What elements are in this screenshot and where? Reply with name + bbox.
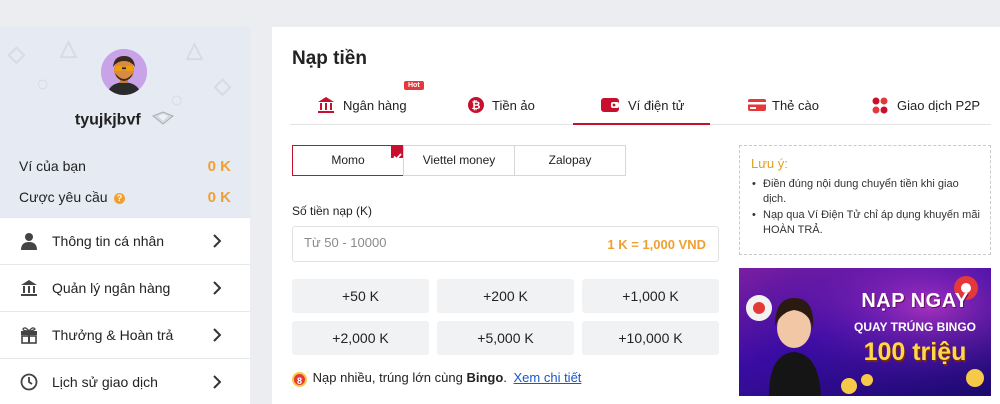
promo-banner[interactable]: NẠP NGAY QUAY TRÚNG BINGO 100 triệu (739, 268, 991, 396)
quick-amount-button[interactable]: +50 K (292, 279, 429, 313)
notice-title: Lưu ý: (751, 156, 788, 171)
tab-e-wallet[interactable]: Ví điện tử (573, 90, 710, 125)
chevron-right-icon (213, 375, 222, 394)
bank-icon (20, 279, 38, 297)
banner-subline: QUAY TRÚNG BINGO (853, 320, 976, 334)
quick-amount-button[interactable]: +5,000 K (437, 321, 574, 355)
sidebar-item-label: Lịch sử giao dịch (52, 374, 158, 390)
quick-amount-button[interactable]: +2,000 K (292, 321, 429, 355)
tab-label: Ngân hàng (343, 98, 407, 113)
person-icon (20, 232, 38, 250)
hot-badge: Hot (404, 81, 424, 90)
banner-prize: 100 triệu (863, 338, 967, 366)
required-bet-value: 0 K (207, 189, 231, 206)
wallet-option-viettel-money[interactable]: Viettel money (403, 145, 515, 176)
gift-icon (20, 326, 38, 344)
banner-headline: NẠP NGAY (861, 290, 969, 312)
bingo-ball-icon: 8 (292, 372, 307, 387)
card-icon (747, 96, 767, 119)
quick-amount-button[interactable]: +1,000 K (582, 279, 719, 313)
promo-highlight: Bingo (466, 370, 504, 385)
p2p-icon (870, 96, 890, 119)
exchange-rate: 1 K = 1,000 VND (607, 237, 706, 252)
wallet-option-label: Zalopay (548, 153, 592, 167)
payment-method-tabs: Ngân hàng Hot ₿ Tiền ảo Ví điện tử Thẻ c… (290, 81, 991, 125)
sidebar-item-transaction-history[interactable]: Lịch sử giao dịch (0, 358, 250, 404)
notice-list: Điền đúng nội dung chuyển tiền khi giao … (751, 177, 980, 238)
wallet-balance-value: 0 K (207, 158, 231, 175)
page-title: Nạp tiền (292, 48, 367, 69)
sidebar-item-personal-info[interactable]: Thông tin cá nhân (0, 217, 250, 264)
wallet-option-label: Momo (331, 153, 365, 167)
sidebar-item-label: Quản lý ngân hàng (52, 280, 171, 296)
notice-item: Điền đúng nội dung chuyển tiền khi giao … (751, 177, 980, 207)
help-icon[interactable]: ? (114, 193, 126, 204)
svg-text:₿: ₿ (472, 100, 481, 112)
quick-amount-button[interactable]: +200 K (437, 279, 574, 313)
history-icon (20, 373, 38, 391)
amount-label: Số tiền nạp (K) (292, 204, 373, 218)
sidebar-item-label: Thưởng & Hoàn trả (52, 327, 174, 343)
username-row: tyujkjbvf (0, 110, 250, 131)
rank-badge-icon (151, 110, 175, 131)
tab-label: Tiền ảo (492, 98, 535, 113)
account-sidebar: ◇ ○ △ ◇ ○ △ tyujkjbvf Ví của bạn 0 K Cượ… (0, 27, 250, 404)
wallet-balance-row: Ví của bạn 0 K (19, 158, 231, 178)
notice-box: Lưu ý: Điền đúng nội dung chuyển tiền kh… (739, 145, 991, 255)
tab-bank[interactable]: Ngân hàng Hot (290, 81, 424, 125)
username: tyujkjbvf (74, 111, 141, 129)
avatar[interactable] (101, 49, 147, 95)
tab-label: Giao dịch P2P (897, 98, 981, 113)
bitcoin-icon: ₿ (467, 96, 485, 119)
wallet-option-label: Viettel money (422, 153, 496, 167)
profile-card: ◇ ○ △ ◇ ○ △ tyujkjbvf Ví của bạn 0 K Cượ… (0, 27, 250, 217)
wallet-option-momo[interactable]: Momo (292, 145, 404, 176)
bingo-promo: 8 Nạp nhiều, trúng lớn cùng Bingo. Xem c… (292, 370, 581, 387)
wallet-balance-label: Ví của bạn (19, 158, 86, 174)
amount-field: 1 K = 1,000 VND (292, 226, 719, 262)
required-bet-row: Cược yêu cầu ? 0 K (19, 189, 231, 209)
tab-label: Ví điện tử (628, 98, 685, 113)
sidebar-item-rewards[interactable]: Thưởng & Hoàn trả (0, 311, 250, 358)
tab-scratch-card[interactable]: Thẻ cào (732, 90, 837, 125)
tab-label: Thẻ cào (772, 98, 819, 113)
chevron-right-icon (213, 234, 222, 253)
amount-input[interactable] (304, 235, 584, 250)
required-bet-label: Cược yêu cầu (19, 189, 108, 205)
tab-p2p[interactable]: Giao dịch P2P (861, 90, 991, 125)
deposit-panel: Nạp tiền Ngân hàng Hot ₿ Tiền ảo Ví điện… (272, 27, 1000, 404)
promo-text: Nạp nhiều, trúng lớn cùng (312, 370, 463, 385)
sidebar-item-bank-management[interactable]: Quản lý ngân hàng (0, 264, 250, 311)
notice-item: Nạp qua Ví Điện Tử chỉ áp dụng khuyến mã… (751, 208, 980, 238)
wallet-icon (600, 96, 620, 119)
chevron-right-icon (213, 328, 222, 347)
chevron-right-icon (213, 281, 222, 300)
tab-crypto[interactable]: ₿ Tiền ảo (450, 90, 560, 125)
bank-icon (317, 96, 335, 119)
promo-details-link[interactable]: Xem chi tiết (514, 370, 582, 385)
quick-amount-button[interactable]: +10,000 K (582, 321, 719, 355)
sidebar-item-label: Thông tin cá nhân (52, 233, 165, 249)
wallet-option-zalopay[interactable]: Zalopay (514, 145, 626, 176)
